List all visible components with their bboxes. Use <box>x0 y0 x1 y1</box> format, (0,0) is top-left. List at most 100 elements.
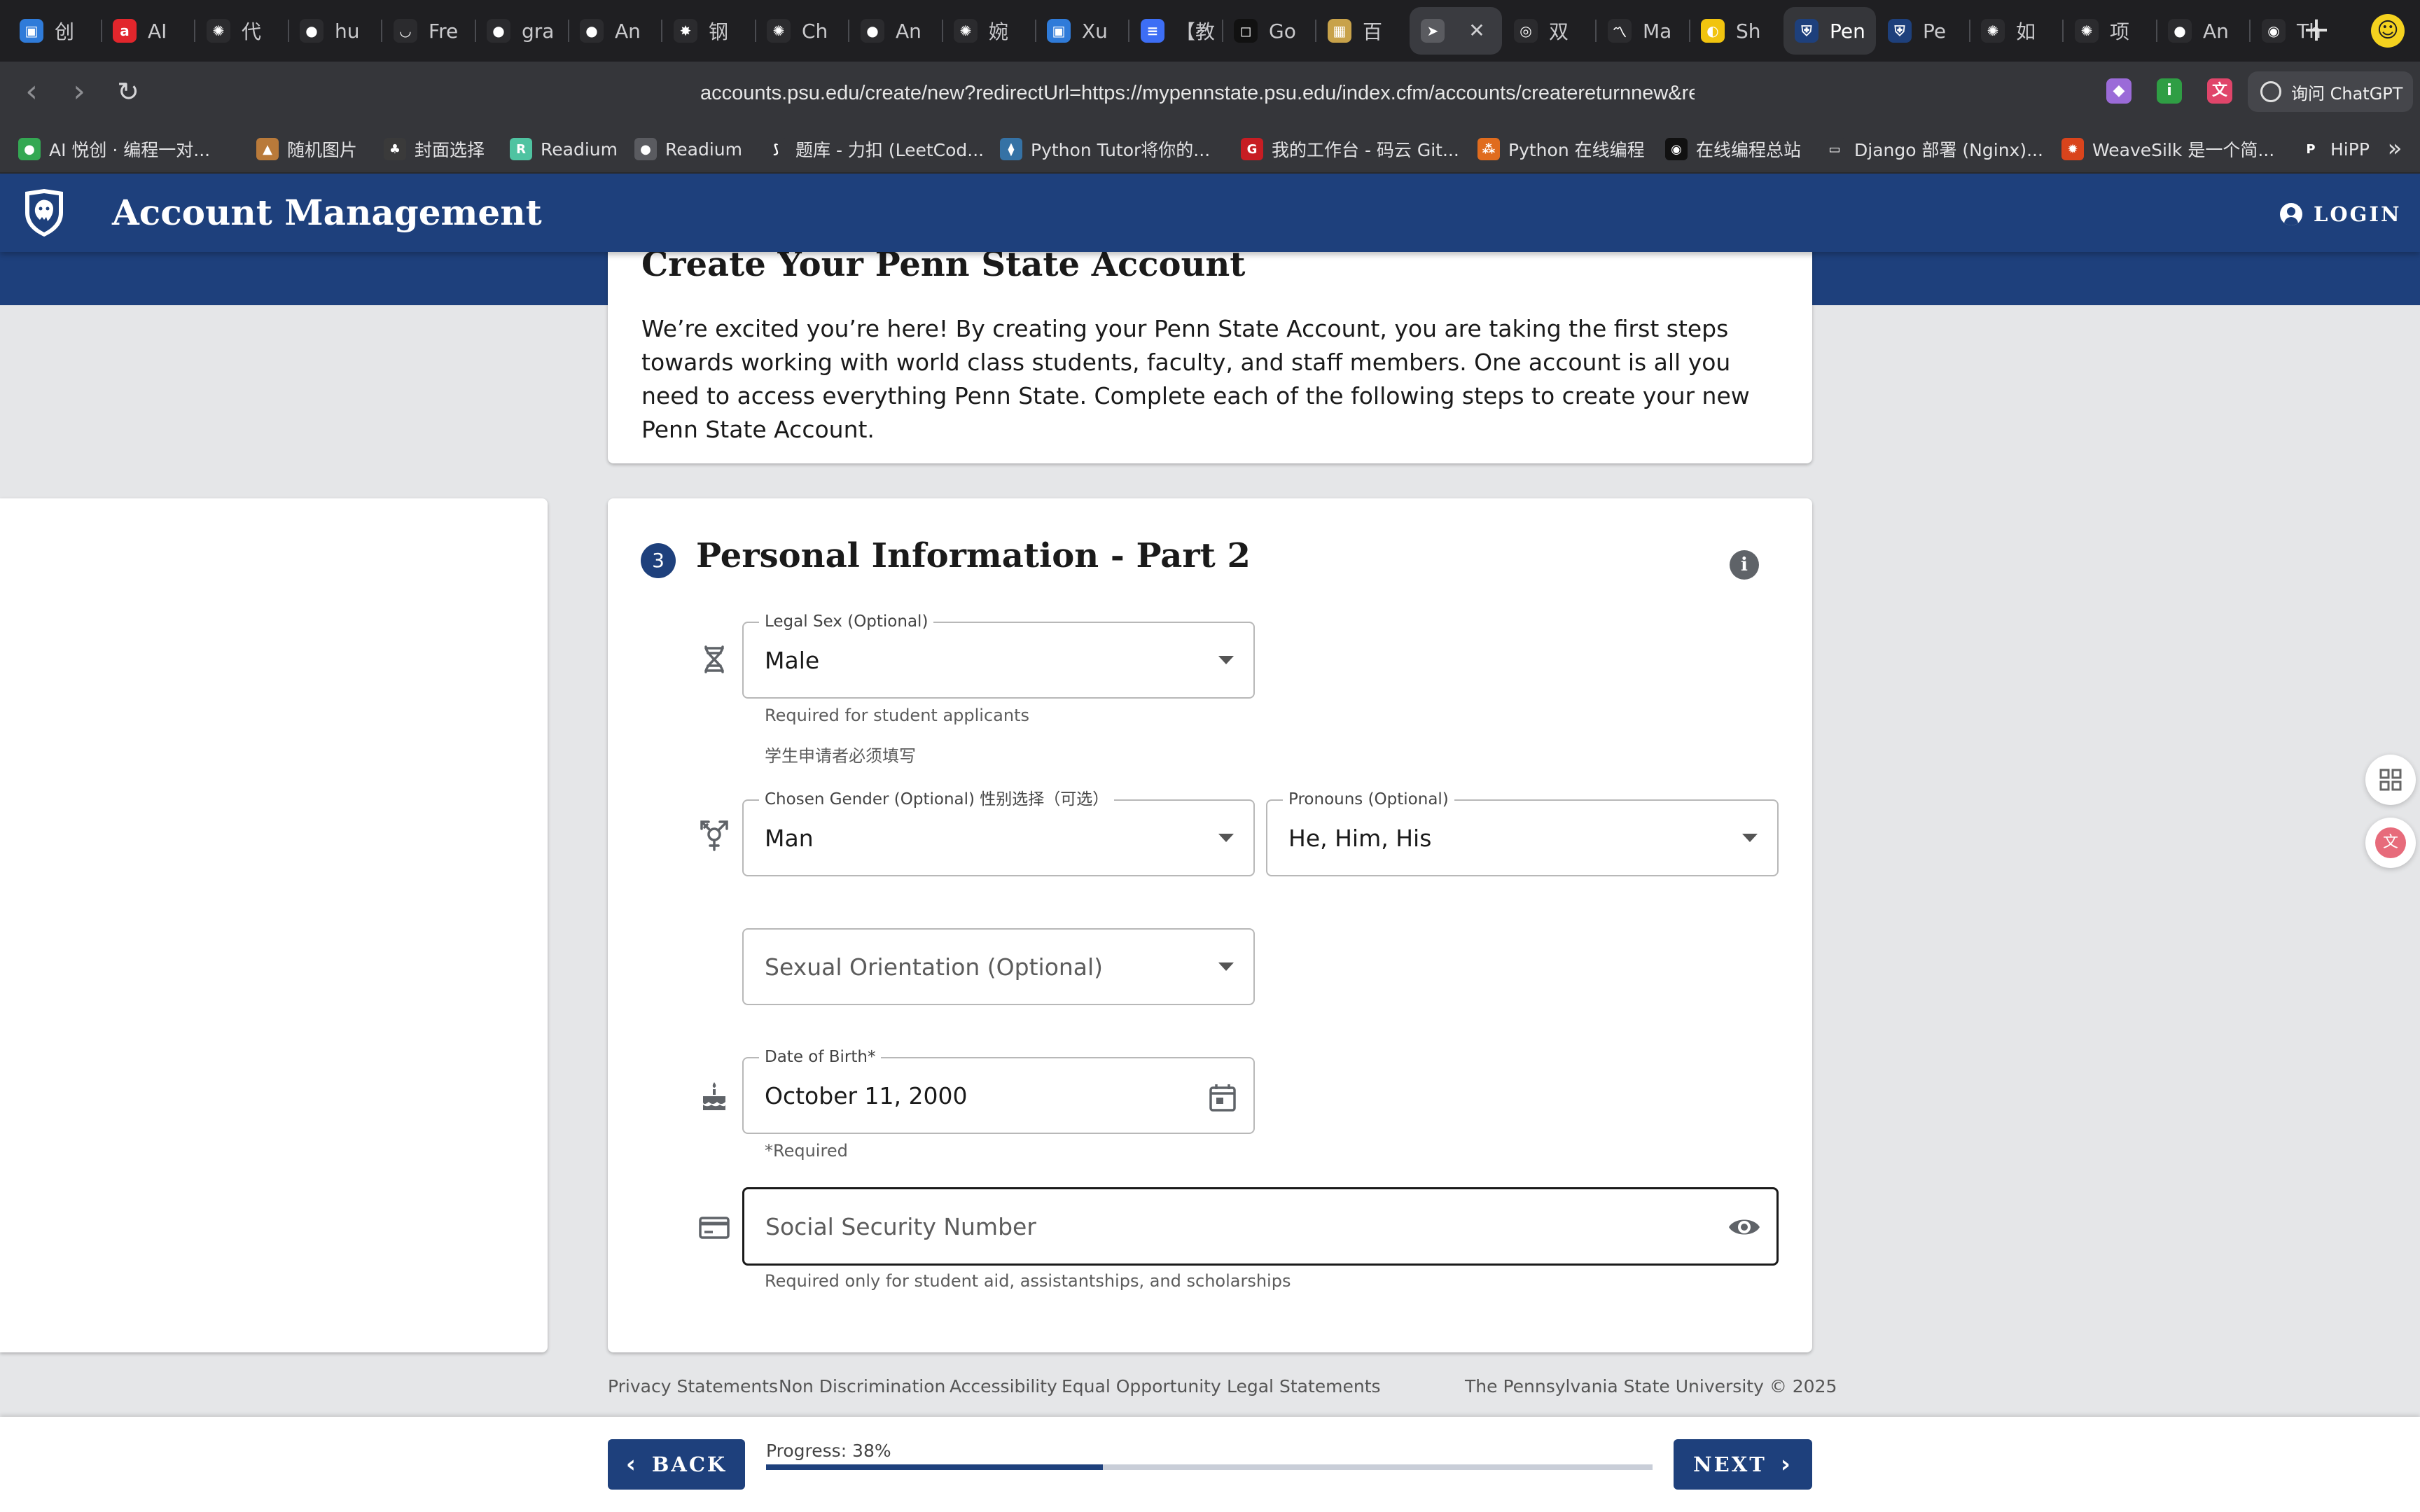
browser-tab[interactable]: ▣ Xu <box>1036 7 1128 55</box>
bookmark-favicon-icon: ♣ <box>384 138 406 160</box>
tab-favicon-icon: ≡ <box>1141 19 1164 43</box>
bookmark-item[interactable]: ▲ 随机图片 <box>256 134 357 164</box>
footer-link[interactable]: Accessibility <box>950 1376 1057 1396</box>
pronouns-select[interactable]: Pronouns (Optional) He, Him, His <box>1266 790 1779 876</box>
bookmark-item[interactable]: G 我的工作台 - 码云 Git... <box>1241 134 1459 164</box>
browser-tab[interactable]: ✺ 项 <box>2064 7 2156 55</box>
bookmark-item[interactable]: ◉ 在线编程总站 <box>1665 134 1801 164</box>
back-arrow-icon[interactable]: ‹ <box>14 76 49 111</box>
browser-tab[interactable]: ◡ Fre <box>382 7 475 55</box>
browser-tab[interactable]: ◎ 双 <box>1503 7 1595 55</box>
browser-tab[interactable]: ≡ 【教 <box>1129 7 1222 55</box>
tab-title: 【教 <box>1176 20 1216 43</box>
bookmark-label: WeaveSilk 是一个简... <box>2092 140 2275 160</box>
browser-tab[interactable]: ✺ Ch <box>756 7 848 55</box>
sexual-orientation-placeholder: Sexual Orientation (Optional) <box>765 953 1104 981</box>
floating-grid-button[interactable] <box>2365 755 2416 805</box>
browser-tab[interactable]: ◻ Go <box>1223 7 1315 55</box>
browser-tab[interactable]: 〽 Ma <box>1597 7 1689 55</box>
penn-state-shield-logo[interactable] <box>21 188 67 238</box>
sexual-orientation-select[interactable]: Sexual Orientation (Optional) <box>742 928 1255 1005</box>
login-button[interactable]: LOGIN <box>2280 195 2402 234</box>
ask-chatgpt-button[interactable]: 询问 ChatGPT <box>2248 71 2413 112</box>
bookmark-item[interactable]: ⁂ Python 在线编程 <box>1477 134 1645 164</box>
address-bar[interactable]: accounts.psu.edu/create/new?redirectUrl=… <box>700 77 1695 109</box>
back-button[interactable]: ‹ BACK <box>608 1439 745 1490</box>
footer-link[interactable]: Equal Opportunity <box>1062 1376 1221 1396</box>
tab-title: An <box>615 19 641 43</box>
browser-tab[interactable]: ⛨ Pen <box>1783 7 1876 55</box>
bookmark-label: 在线编程总站 <box>1696 140 1802 160</box>
bookmark-label: Python Tutor将你的... <box>1031 140 1211 160</box>
dropdown-caret-icon <box>1218 656 1234 664</box>
browser-tab[interactable]: ● hu <box>288 7 381 55</box>
close-tab-icon[interactable]: ✕ <box>1464 18 1489 43</box>
tab-title: Pe <box>1923 19 1947 43</box>
forward-arrow-icon[interactable]: › <box>62 76 97 111</box>
footer-link[interactable]: Privacy Statements <box>608 1376 778 1396</box>
ask-chatgpt-label: 询问 ChatGPT <box>2291 83 2403 104</box>
bookmark-item[interactable]: P HiPP <box>2300 134 2370 164</box>
birthday-cake-icon <box>703 1082 725 1110</box>
bookmark-item[interactable]: ⧫ Python Tutor将你的... <box>1000 134 1210 164</box>
bookmark-item[interactable]: ▭ Django 部署 (Nginx)... <box>1823 134 2043 164</box>
browser-tab[interactable]: a AI <box>102 7 194 55</box>
tab-favicon-icon: ◻ <box>1234 19 1258 43</box>
browser-tab[interactable]: ✸ 钢 <box>662 7 755 55</box>
more-bookmarks-chevron-icon[interactable]: » <box>2379 133 2410 164</box>
chosen-gender-select[interactable]: Chosen Gender (Optional) 性别选择（可选） Man <box>742 790 1255 876</box>
info-icon[interactable]: i <box>1730 550 1759 580</box>
footer-link[interactable]: Legal Statements <box>1227 1376 1381 1396</box>
tab-title: Ma <box>1643 19 1672 43</box>
dropdown-caret-icon <box>1218 834 1234 842</box>
browser-tab[interactable]: ⛨ Pe <box>1877 7 1969 55</box>
tab-favicon-icon: 〽 <box>1608 19 1632 43</box>
browser-tab[interactable]: ▣ 创 <box>8 7 101 55</box>
bookmark-favicon-icon: P <box>2300 138 2322 160</box>
eye-icon[interactable] <box>1727 1212 1761 1242</box>
date-of-birth-input[interactable]: Date of Birth* October 11, 2000 <box>742 1047 1255 1134</box>
browser-tab[interactable]: ✺ 如 <box>1970 7 2062 55</box>
bookmark-item[interactable]: ● AI 悦创 · 编程一对... <box>18 134 210 164</box>
bookmark-item[interactable]: ⟆ 题库 - 力扣 (LeetCod... <box>765 134 984 164</box>
browser-tab[interactable]: ● gra <box>475 7 568 55</box>
translate-extension-icon[interactable]: 文 <box>2207 78 2232 104</box>
bookmark-favicon-icon: ● <box>18 138 41 160</box>
account-circle-icon <box>2280 203 2302 225</box>
browser-tab[interactable]: ◐ Sh <box>1690 7 1782 55</box>
profile-avatar[interactable]: ☺ <box>2371 14 2405 48</box>
chevron-left-icon: ‹ <box>625 1450 638 1478</box>
calendar-icon[interactable] <box>1207 1082 1238 1113</box>
tab-title: 婉 <box>989 20 1009 43</box>
bookmark-item[interactable]: R Readium <box>510 134 618 164</box>
new-tab-button[interactable]: + <box>2297 11 2336 50</box>
ssn-input[interactable]: Social Security Number <box>742 1187 1779 1266</box>
tab-favicon-icon: ➤ <box>1421 19 1445 43</box>
extension-icon[interactable]: ◆ <box>2106 78 2132 104</box>
browser-tab[interactable]: ▦ 百 <box>1316 7 1409 55</box>
tab-favicon-icon: ◉ <box>2262 19 2286 43</box>
tab-title: 钢 <box>709 20 729 43</box>
browser-tab[interactable]: ● An <box>2157 7 2249 55</box>
footer-link[interactable]: Non Discrimination <box>779 1376 945 1396</box>
tab-favicon-icon: ✺ <box>1981 19 2005 43</box>
floating-translate-button[interactable]: 文 <box>2365 818 2416 868</box>
browser-tab[interactable]: ✺ 代 <box>195 7 288 55</box>
browser-tab[interactable]: ➤ ✕ <box>1410 7 1502 55</box>
extension-icon[interactable]: i <box>2157 78 2182 104</box>
bookmark-item[interactable]: ♣ 封面选择 <box>384 134 485 164</box>
bookmark-label: Django 部署 (Nginx)... <box>1854 140 2043 160</box>
next-button[interactable]: NEXT › <box>1674 1439 1812 1490</box>
qr-grid-icon <box>2379 769 2402 791</box>
tab-title: hu <box>335 19 360 43</box>
browser-tab[interactable]: ● An <box>849 7 942 55</box>
reload-icon[interactable]: ↻ <box>111 76 146 111</box>
bookmark-favicon-icon: ● <box>634 138 657 160</box>
date-of-birth-value: October 11, 2000 <box>765 1082 968 1110</box>
legal-sex-value: Male <box>765 646 820 674</box>
browser-tab[interactable]: ✺ 婉 <box>943 7 1035 55</box>
bookmark-item[interactable]: ✹ WeaveSilk 是一个简... <box>2061 134 2274 164</box>
bookmark-item[interactable]: ● Readium <box>634 134 742 164</box>
browser-tab[interactable]: ● An <box>569 7 661 55</box>
legal-sex-select[interactable]: Legal Sex (Optional) Male <box>742 612 1255 699</box>
